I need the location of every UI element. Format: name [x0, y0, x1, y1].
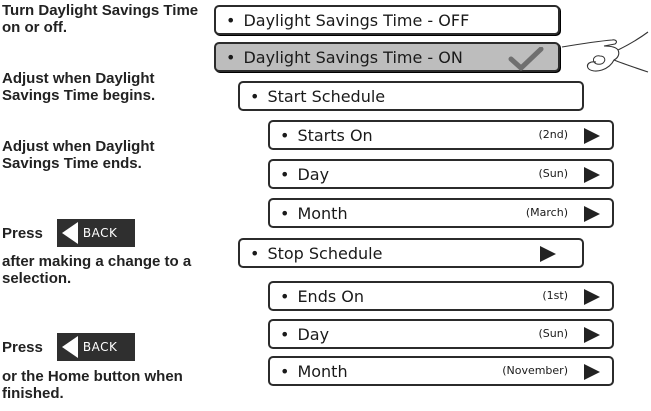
- instruction-begins: Adjust when Daylight Savings Time begins…: [2, 70, 156, 104]
- press-back-row-2: Press BACK: [2, 333, 135, 361]
- option-value: (November): [502, 364, 568, 377]
- instruction-when-finished: or the Home button when finished.: [2, 368, 183, 402]
- back-button[interactable]: BACK: [56, 219, 135, 247]
- pointing-hand-icon: [561, 31, 649, 73]
- instruction-toggle: Turn Daylight Savings Time on or off.: [2, 2, 199, 36]
- press-back-row-1: Press BACK: [2, 219, 135, 247]
- stop-month-option[interactable]: Month (November): [268, 356, 614, 386]
- option-value: (Sun): [538, 327, 568, 340]
- start-day-option[interactable]: Day (Sun): [268, 159, 614, 189]
- start-schedule-option[interactable]: Start Schedule: [238, 81, 584, 111]
- option-label: Month: [270, 204, 347, 223]
- right-triangle-icon: [584, 167, 600, 183]
- checkmark-icon: [508, 47, 544, 71]
- instruction-ends: Adjust when Daylight Savings Time ends.: [2, 138, 155, 172]
- start-month-option[interactable]: Month (March): [268, 198, 614, 228]
- starts-on-option[interactable]: Starts On (2nd): [268, 120, 614, 150]
- right-triangle-icon: [540, 246, 556, 262]
- right-triangle-icon: [584, 128, 600, 144]
- right-triangle-icon: [584, 364, 600, 380]
- option-label: Daylight Savings Time - OFF: [216, 11, 469, 30]
- option-label: Daylight Savings Time - ON: [216, 48, 462, 67]
- option-label: Start Schedule: [240, 87, 385, 106]
- option-label: Stop Schedule: [240, 244, 382, 263]
- option-value: (March): [525, 206, 568, 219]
- dst-off-option[interactable]: Daylight Savings Time - OFF: [214, 5, 560, 35]
- right-triangle-icon: [584, 327, 600, 343]
- option-label: Ends On: [270, 287, 364, 306]
- right-triangle-icon: [584, 206, 600, 222]
- option-label: Day: [270, 165, 329, 184]
- option-label: Starts On: [270, 126, 372, 145]
- dst-on-option[interactable]: Daylight Savings Time - ON: [214, 42, 560, 72]
- option-value: (1st): [542, 289, 568, 302]
- ends-on-option[interactable]: Ends On (1st): [268, 281, 614, 311]
- press-label: Press: [2, 224, 43, 242]
- left-arrow-icon: [61, 336, 78, 358]
- right-triangle-icon: [584, 289, 600, 305]
- option-label: Month: [270, 362, 347, 381]
- option-value: (2nd): [538, 128, 568, 141]
- option-value: (Sun): [538, 167, 568, 180]
- instruction-after-change: after making a change to a selection.: [2, 253, 192, 287]
- left-arrow-icon: [61, 222, 78, 244]
- stop-schedule-option[interactable]: Stop Schedule: [238, 238, 584, 268]
- back-button-label: BACK: [82, 340, 118, 354]
- option-label: Day: [270, 325, 329, 344]
- press-label: Press: [2, 338, 43, 356]
- back-button[interactable]: BACK: [56, 333, 135, 361]
- stop-day-option[interactable]: Day (Sun): [268, 319, 614, 349]
- back-button-label: BACK: [82, 226, 118, 240]
